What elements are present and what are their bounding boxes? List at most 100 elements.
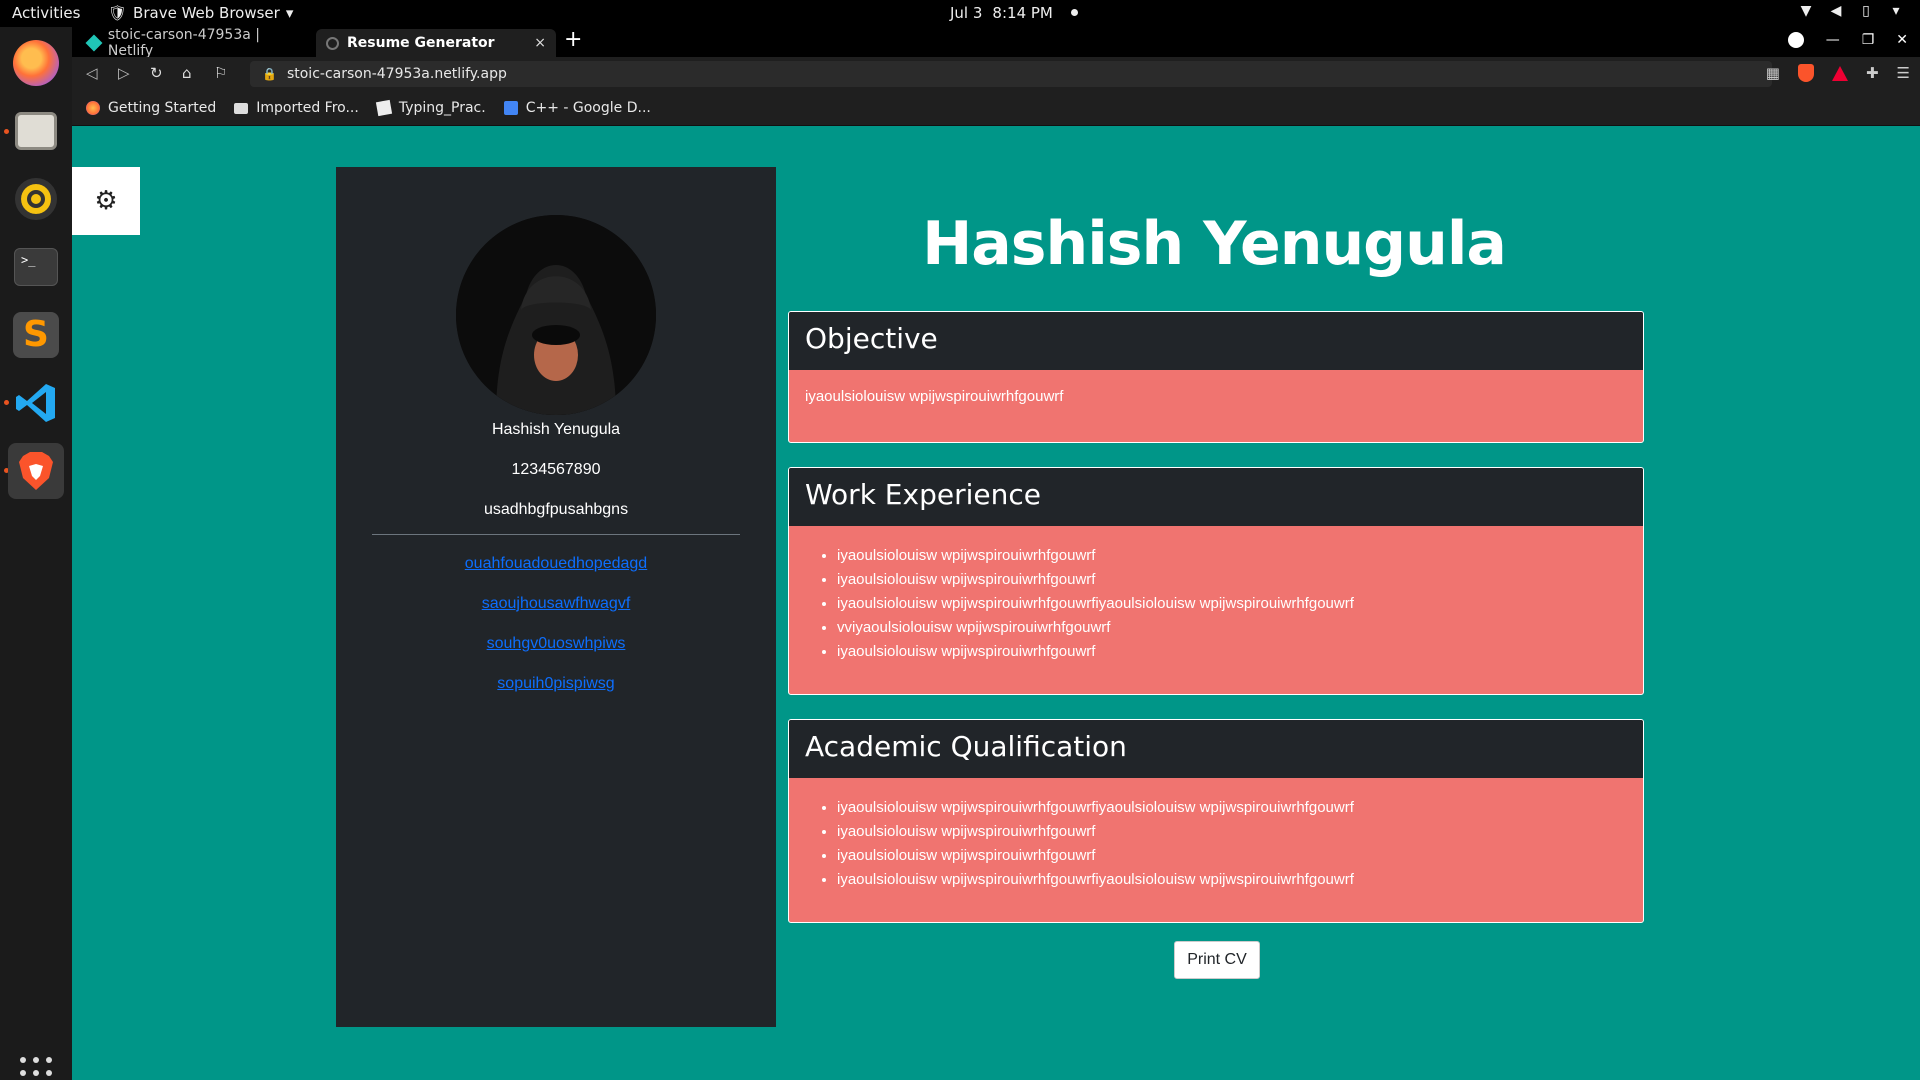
dock-vscode[interactable] (8, 375, 64, 431)
bookmark-label: Imported Fro... (256, 100, 359, 116)
show-applications-icon[interactable] (20, 1057, 52, 1080)
extensions-icon[interactable]: ✚ (1866, 64, 1879, 82)
card-header: Objective (789, 312, 1643, 370)
card-header: Academic Qualification (789, 720, 1643, 778)
globe-favicon-icon (326, 36, 339, 50)
window-controls: — ❐ ✕ (1787, 32, 1908, 48)
list-item: iyaoulsiolouisw wpijwspirouiwrhfgouwrfiy… (837, 592, 1627, 616)
brave-icon (19, 452, 53, 490)
bookmark-imported[interactable]: Imported Fro... (234, 100, 359, 116)
work-experience-card: Work Experience iyaoulsiolouisw wpijwspi… (788, 467, 1644, 695)
objective-card: Objective iyaoulsiolouisw wpijwspirouiwr… (788, 311, 1644, 443)
notification-dot-icon (1070, 9, 1078, 16)
tab-resume-generator[interactable]: Resume Generator × (316, 29, 556, 57)
app-menu-label: Brave Web Browser (133, 4, 280, 22)
list-item: iyaoulsiolouisw wpijwspirouiwrhfgouwrf (837, 820, 1627, 844)
card-body: iyaoulsiolouisw wpijwspirouiwrhfgouwrfiy… (789, 778, 1643, 910)
list-item: iyaoulsiolouisw wpijwspirouiwrhfgouwrf (837, 544, 1627, 568)
profile-email: usadhbgfpusahbgns (483, 501, 629, 518)
list-item: iyaoulsiolouisw wpijwspirouiwrhfgouwrf (837, 844, 1627, 868)
clock[interactable]: Jul 3 8:14 PM (950, 4, 1078, 22)
print-cv-button[interactable]: Print CV (1174, 941, 1260, 979)
tab-close-icon[interactable]: × (534, 35, 546, 51)
card-header: Work Experience (789, 468, 1643, 526)
reload-icon[interactable]: ↻ (150, 64, 163, 82)
home-icon[interactable]: ⌂ (182, 64, 192, 82)
minimize-icon[interactable]: — (1826, 32, 1840, 48)
brave-rewards-icon[interactable] (1831, 66, 1848, 81)
profile-link[interactable]: ouahfouadouedhopedagd (336, 555, 776, 573)
sublime-text-icon: S (13, 312, 59, 358)
bookmarks-bar: Getting Started Imported Fro... Typing_P… (72, 91, 1920, 126)
brave-shields-icon[interactable] (1797, 64, 1814, 82)
clock-date: Jul 3 (950, 4, 983, 22)
rhythmbox-icon (15, 178, 57, 220)
profile-name: Hashish Yenugula (491, 421, 621, 438)
browser-tab-bar: stoic-carson-47953a | Netlify Resume Gen… (72, 27, 1920, 59)
bookmark-cpp-google-doc[interactable]: C++ - Google D... (503, 100, 651, 116)
tab-netlify[interactable]: stoic-carson-47953a | Netlify (78, 27, 318, 59)
avatar (456, 215, 656, 415)
volume-icon: ◀ (1830, 3, 1842, 19)
address-bar[interactable]: 🔒 stoic-carson-47953a.netlify.app (250, 61, 1772, 87)
firefox-icon (86, 101, 100, 115)
clock-time: 8:14 PM (992, 4, 1053, 22)
toolbar-actions: ▦ ✚ ☰ (1766, 64, 1910, 82)
terminal-icon: >_ (14, 248, 58, 286)
profile-link[interactable]: sopuih0pispiwsg (336, 675, 776, 693)
dock: >_ S (0, 27, 72, 1080)
card-body: iyaoulsiolouisw wpijwspirouiwrhfgouwrf i… (789, 526, 1643, 682)
gear-icon: ⚙ (94, 186, 118, 216)
tab-title: Resume Generator (347, 35, 495, 51)
dock-files[interactable] (8, 103, 64, 159)
brave-rewards-circle-icon[interactable] (1787, 32, 1804, 48)
objective-text: iyaoulsiolouisw wpijwspirouiwrhfgouwrf (805, 388, 1064, 405)
qr-code-icon[interactable]: ▦ (1766, 64, 1780, 82)
dock-sublime[interactable]: S (8, 307, 64, 363)
divider (372, 534, 740, 535)
list-item: iyaoulsiolouisw wpijwspirouiwrhfgouwrfiy… (837, 796, 1627, 820)
page-title: Hashish Yenugula (922, 209, 1507, 279)
forward-icon[interactable]: ▷ (118, 64, 130, 82)
menu-icon[interactable]: ☰ (1897, 64, 1910, 82)
bookmark-typing-prac[interactable]: Typing_Prac. (375, 99, 486, 117)
new-tab-button[interactable]: + (564, 27, 582, 52)
bookmark-label: C++ - Google D... (525, 100, 651, 116)
battery-icon: ▯ (1862, 3, 1870, 19)
bookmark-label: Typing_Prac. (398, 100, 486, 116)
page-icon (375, 99, 392, 117)
brave-small-icon: 🛡 (108, 4, 128, 22)
dock-rhythmbox[interactable] (8, 171, 64, 227)
lock-icon: 🔒 (262, 67, 277, 81)
url-text: stoic-carson-47953a.netlify.app (286, 66, 507, 82)
settings-button[interactable]: ⚙ (72, 167, 140, 235)
dock-firefox[interactable] (8, 35, 64, 91)
system-top-bar: Activities 🛡 Brave Web Browser ▾ Jul 3 8… (0, 0, 1920, 27)
dock-terminal[interactable]: >_ (8, 239, 64, 295)
system-status-area[interactable]: ▼ ◀ ▯ ▾ (1798, 3, 1904, 19)
list-item: iyaoulsiolouisw wpijwspirouiwrhfgouwrf (837, 640, 1627, 664)
bookmark-icon[interactable]: ⚐ (214, 64, 227, 82)
profile-link[interactable]: saoujhousawfhwagvf (336, 595, 776, 613)
card-body: iyaoulsiolouisw wpijwspirouiwrhfgouwrf (789, 370, 1643, 423)
profile-sidebar: Hashish Yenugula 1234567890 usadhbgfpusa… (336, 167, 776, 1027)
files-icon (15, 112, 57, 150)
dock-brave[interactable] (8, 443, 64, 499)
bookmark-getting-started[interactable]: Getting Started (86, 100, 216, 116)
list-item: vviyaoulsiolouisw wpijwspirouiwrhfgouwrf (837, 616, 1627, 640)
vscode-icon (16, 384, 55, 422)
wifi-icon: ▼ (1800, 3, 1812, 19)
google-docs-icon (503, 101, 518, 115)
bookmark-label: Getting Started (108, 100, 217, 116)
profile-phone: 1234567890 (511, 461, 601, 478)
academic-qualification-card: Academic Qualification iyaoulsiolouisw w… (788, 719, 1644, 923)
list-item: iyaoulsiolouisw wpijwspirouiwrhfgouwrfiy… (837, 868, 1627, 892)
restore-icon[interactable]: ❐ (1862, 32, 1875, 48)
activities-button[interactable]: Activities (12, 4, 80, 22)
netlify-favicon-icon (85, 34, 103, 52)
tab-title: stoic-carson-47953a | Netlify (107, 27, 260, 59)
back-icon[interactable]: ◁ (86, 64, 98, 82)
close-window-icon[interactable]: ✕ (1896, 32, 1908, 48)
profile-link[interactable]: souhgv0uoswhpiws (336, 635, 776, 653)
app-menu[interactable]: 🛡 Brave Web Browser ▾ (108, 4, 293, 22)
